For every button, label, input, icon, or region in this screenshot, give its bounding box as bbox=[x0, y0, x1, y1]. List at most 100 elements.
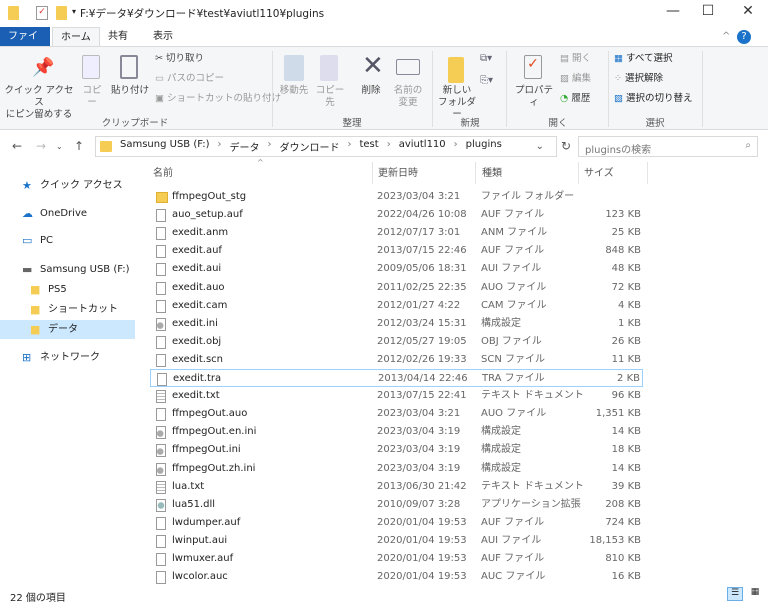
sidebar-item[interactable]: ☁ OneDrive bbox=[0, 204, 135, 223]
file-row[interactable]: exedit.auo 2011/02/25 22:35 AUO ファイル 72 KB bbox=[150, 279, 643, 297]
file-row[interactable]: exedit.txt 2013/07/15 22:41 テキスト ドキュメント 96 … bbox=[150, 387, 643, 405]
file-row[interactable]: ffmpegOut.ini 2023/03/04 3:19 構成設定 18 KB bbox=[150, 441, 643, 459]
copy-button[interactable]: コピー bbox=[78, 85, 106, 109]
sidebar-item[interactable]: ★ クイック アクセス bbox=[0, 176, 135, 195]
column-header-name[interactable]: 名前 bbox=[153, 164, 173, 179]
tab-home[interactable]: ホーム bbox=[52, 27, 100, 47]
breadcrumb-item[interactable]: データ bbox=[229, 139, 259, 154]
file-row[interactable]: exedit.anm 2012/07/17 3:01 ANM ファイル 25 KB bbox=[150, 224, 643, 242]
sidebar-item[interactable]: ▭ PC bbox=[0, 231, 135, 250]
details-view-button[interactable]: ☰ bbox=[727, 587, 743, 601]
move-to-button[interactable]: 移動先 bbox=[276, 85, 312, 97]
file-row[interactable]: lua51.dll 2010/09/07 3:28 アプリケーション拡張 208 KB bbox=[150, 496, 643, 514]
file-name: exedit.cam bbox=[172, 299, 228, 311]
breadcrumb-separator-icon[interactable]: › bbox=[387, 139, 391, 154]
sidebar-item-label: PC bbox=[40, 235, 54, 246]
breadcrumb-item[interactable]: aviutl110 bbox=[399, 139, 446, 154]
rename-button[interactable]: 名前の 変更 bbox=[390, 85, 426, 109]
tab-share[interactable]: 共有 bbox=[100, 27, 136, 47]
file-row[interactable]: lwmuxer.auf 2020/01/04 19:53 AUF ファイル 810 K… bbox=[150, 550, 643, 568]
tab-file[interactable]: ファイル bbox=[0, 27, 50, 62]
file-icon bbox=[156, 534, 166, 548]
new-folder-icon bbox=[448, 57, 464, 83]
collapse-ribbon-icon[interactable]: ^ bbox=[722, 31, 730, 42]
delete-icon: ✕ bbox=[362, 51, 384, 81]
search-input[interactable]: pluginsの検索 ⌕ bbox=[578, 136, 758, 157]
address-bar[interactable]: Samsung USB (F:) › データ › ダウンロード › test › aviutl1… bbox=[95, 136, 557, 157]
file-row[interactable]: lwcolor.auc 2020/01/04 19:53 AUC ファイル 16 KB bbox=[150, 568, 643, 586]
sidebar-item-label: ネットワーク bbox=[40, 352, 100, 363]
large-icons-view-button[interactable]: ▦ bbox=[747, 587, 763, 601]
invert-selection-button[interactable]: ▧ 選択の切り替え bbox=[614, 93, 693, 105]
close-button[interactable]: ✕ bbox=[733, 3, 763, 19]
minimize-button[interactable]: — bbox=[658, 3, 688, 19]
file-row[interactable]: auo_setup.auf 2022/04/26 10:08 AUF ファイル 123… bbox=[150, 206, 643, 224]
file-row[interactable]: exedit.obj 2012/05/27 19:05 OBJ ファイル 26 KB bbox=[150, 333, 643, 351]
copy-to-button[interactable]: コピー先 bbox=[312, 85, 348, 109]
file-row[interactable]: ffmpegOut.en.ini 2023/03/04 3:19 構成設定 14 KB bbox=[150, 423, 643, 441]
recent-dropdown-icon[interactable]: ⌄ bbox=[56, 142, 63, 151]
column-header-date[interactable]: 更新日時 bbox=[378, 164, 418, 179]
delete-button[interactable]: 削除 bbox=[356, 85, 386, 97]
refresh-icon[interactable]: ↻ bbox=[561, 139, 571, 153]
paste-button[interactable]: 貼り付け bbox=[110, 85, 150, 97]
edit-button[interactable]: ▨ 編集 bbox=[560, 73, 591, 85]
column-header-size[interactable]: サイズ bbox=[584, 164, 614, 179]
sidebar-item[interactable]: ■ PS5 bbox=[0, 280, 135, 299]
maximize-button[interactable]: ☐ bbox=[693, 3, 723, 19]
breadcrumb-item[interactable]: ダウンロード bbox=[279, 139, 339, 154]
breadcrumb-item[interactable]: test bbox=[359, 139, 378, 154]
new-folder-quick-icon[interactable] bbox=[56, 6, 67, 20]
history-button[interactable]: ◔ 履歴 bbox=[560, 93, 590, 105]
dll-file-icon bbox=[156, 498, 166, 512]
new-item-icon[interactable]: ⧉▾ bbox=[480, 53, 492, 64]
breadcrumb-separator-icon[interactable]: › bbox=[217, 139, 221, 154]
properties-quick-icon[interactable]: ✓ bbox=[36, 6, 48, 20]
sidebar-item[interactable]: ■ データ bbox=[0, 320, 135, 339]
breadcrumb-item[interactable]: Samsung USB (F:) bbox=[120, 139, 209, 154]
file-row[interactable]: exedit.tra 2013/04/14 22:46 TRA ファイル 2 KB bbox=[150, 369, 643, 387]
sidebar-item[interactable]: ▬ Samsung USB (F:) bbox=[0, 260, 135, 279]
breadcrumb-separator-icon[interactable]: › bbox=[347, 139, 351, 154]
easy-access-icon[interactable]: ⎘▾ bbox=[480, 75, 493, 86]
file-row[interactable]: exedit.aui 2009/05/06 18:31 AUI ファイル 48 KB bbox=[150, 260, 643, 278]
file-row[interactable]: ffmpegOut_stg 2023/03/04 3:21 ファイル フォルダー bbox=[150, 188, 643, 206]
cut-button[interactable]: ✂ 切り取り bbox=[155, 53, 204, 65]
properties-button[interactable]: プロパティ bbox=[512, 85, 556, 109]
file-row[interactable]: exedit.auf 2013/07/15 22:46 AUF ファイル 848 KB bbox=[150, 242, 643, 260]
file-row[interactable]: ffmpegOut.auo 2023/03/04 3:21 AUO ファイル 1,35… bbox=[150, 405, 643, 423]
sidebar-item[interactable]: ⊞ ネットワーク bbox=[0, 348, 135, 367]
file-date: 2023/03/04 3:19 bbox=[377, 444, 461, 456]
breadcrumb-item[interactable]: plugins bbox=[466, 139, 502, 154]
up-button[interactable]: ↑ bbox=[74, 139, 84, 153]
file-row[interactable]: exedit.ini 2012/03/24 15:31 構成設定 1 KB bbox=[150, 315, 643, 333]
column-header-type[interactable]: 種類 bbox=[482, 164, 502, 179]
help-icon[interactable]: ? bbox=[737, 30, 751, 44]
file-date: 2020/01/04 19:53 bbox=[377, 534, 467, 546]
file-date: 2023/03/04 3:19 bbox=[377, 426, 461, 438]
file-row[interactable]: exedit.cam 2012/01/27 4:22 CAM ファイル 4 KB bbox=[150, 297, 643, 315]
file-row[interactable]: lua.txt 2013/06/30 21:42 テキスト ドキュメント 39 KB bbox=[150, 478, 643, 496]
copy-path-button[interactable]: ▭ パスのコピー bbox=[155, 73, 224, 85]
address-dropdown-icon[interactable]: ⌄ bbox=[536, 141, 544, 152]
breadcrumb-separator-icon[interactable]: › bbox=[454, 139, 458, 154]
file-size: 4 KB bbox=[618, 299, 641, 311]
title-bar: ✓ ▾ F:¥データ¥ダウンロード¥test¥aviutl110¥plugins… bbox=[0, 0, 768, 26]
file-row[interactable]: exedit.scn 2012/02/26 19:33 SCN ファイル 11 KB bbox=[150, 351, 643, 369]
back-button[interactable]: ← bbox=[12, 139, 22, 153]
file-type: AUC ファイル bbox=[481, 571, 546, 583]
paste-shortcut-button[interactable]: ▣ ショートカットの貼り付け bbox=[155, 93, 281, 105]
sidebar-item[interactable]: ■ ショートカット bbox=[0, 300, 135, 319]
select-none-button[interactable]: ⁘ 選択解除 bbox=[614, 73, 663, 85]
breadcrumb: Samsung USB (F:) › データ › ダウンロード › test › aviutl1… bbox=[120, 139, 510, 154]
quick-access-dropdown-icon[interactable]: ▾ bbox=[72, 7, 76, 16]
forward-button[interactable]: → bbox=[36, 139, 46, 153]
file-row[interactable]: ffmpegOut.zh.ini 2023/03/04 3:19 構成設定 14 KB bbox=[150, 460, 643, 478]
file-type: AUF ファイル bbox=[481, 245, 545, 257]
file-row[interactable]: lwinput.aui 2020/01/04 19:53 AUI ファイル 18,15… bbox=[150, 532, 643, 550]
open-button[interactable]: ▤ 開く bbox=[560, 53, 591, 65]
select-all-button[interactable]: ▦ すべて選択 bbox=[614, 53, 672, 65]
file-row[interactable]: lwdumper.auf 2020/01/04 19:53 AUF ファイル 724 … bbox=[150, 514, 643, 532]
breadcrumb-separator-icon[interactable]: › bbox=[267, 139, 271, 154]
tab-view[interactable]: 表示 bbox=[145, 27, 181, 47]
